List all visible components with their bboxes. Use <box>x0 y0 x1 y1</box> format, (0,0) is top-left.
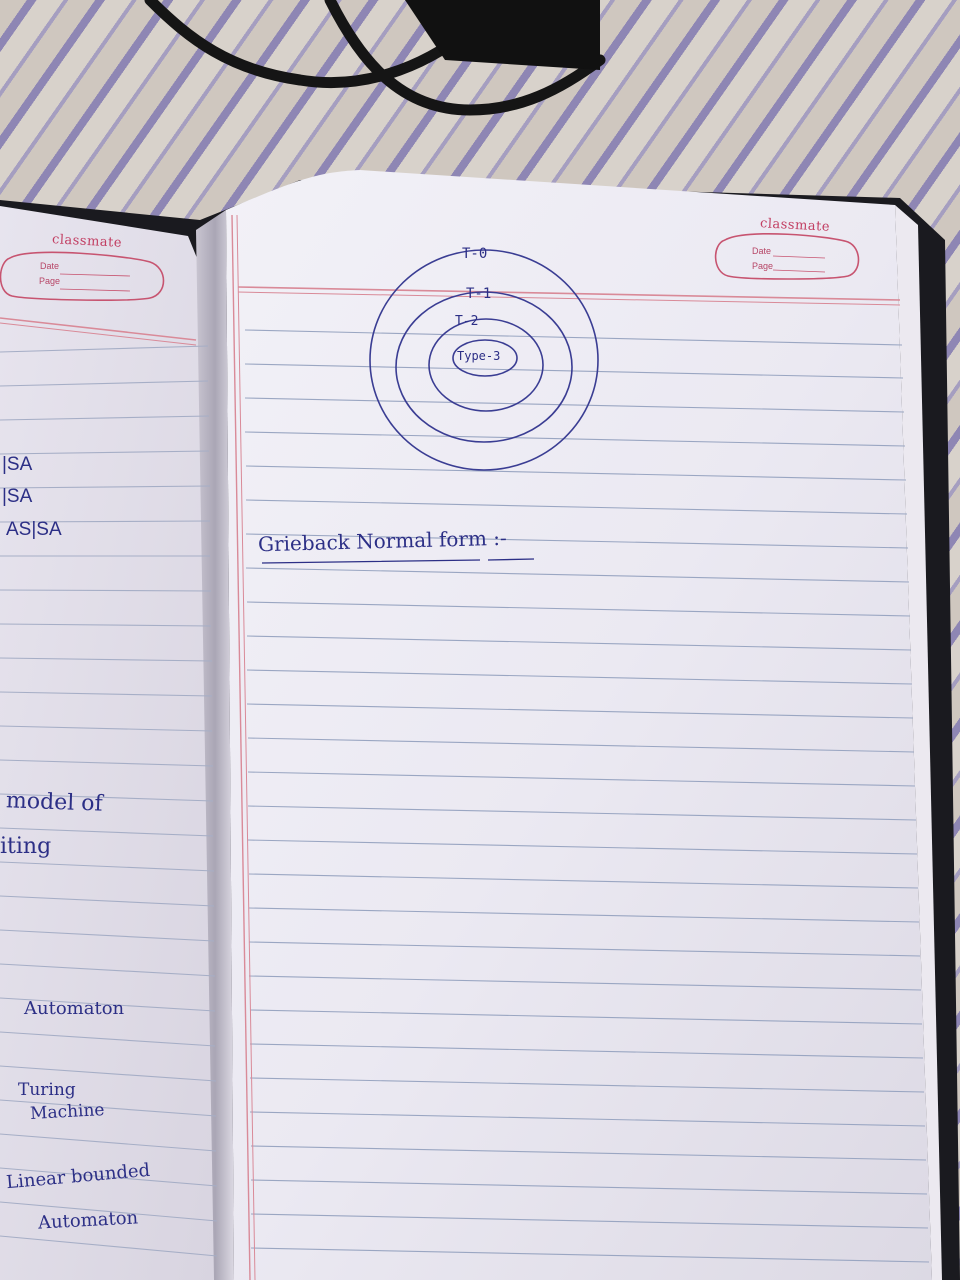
left-fragment: model of <box>5 788 104 817</box>
notebook-photo <box>0 0 960 1280</box>
left-fragment: |SA <box>2 486 33 507</box>
date-label-right: Date <box>752 246 772 256</box>
diagram-label-type3: Type-3 <box>457 349 501 363</box>
left-fragment: Machine <box>29 1100 105 1124</box>
left-fragment: AS|SA <box>6 519 62 540</box>
diagram-label-t0: T-0 <box>462 246 488 262</box>
left-fragment: Automaton <box>24 998 125 1019</box>
diagram-label-t1: T-1 <box>466 286 492 302</box>
diagram-label-t2: T-2 <box>455 314 479 329</box>
page-label-right: Page <box>752 261 774 271</box>
left-fragment: iting <box>0 834 52 859</box>
date-label-left: Date <box>40 261 60 271</box>
left-fragment: Turing <box>18 1080 76 1100</box>
page-label-left: Page <box>39 276 61 286</box>
left-fragment: |SA <box>2 454 33 475</box>
